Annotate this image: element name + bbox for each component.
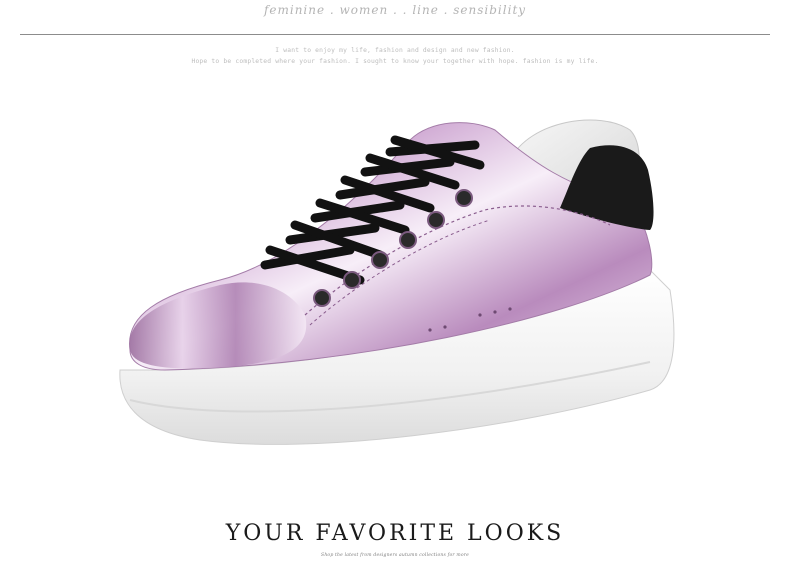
script-title: feminine . women . . line . sensibility — [263, 3, 527, 17]
tagline-line-2: Hope to be completed where your fashion.… — [191, 58, 599, 65]
sneaker-product-image — [119, 119, 675, 445]
product-banner: feminine . women . . line . sensibility … — [0, 0, 790, 574]
header-divider — [20, 34, 770, 35]
subline: Shop the latest from designers autumn co… — [321, 553, 469, 558]
tagline-line-1: I want to enjoy my life, fashion and des… — [275, 47, 515, 54]
headline: YOUR FAVORITE LOOKS — [225, 521, 565, 546]
